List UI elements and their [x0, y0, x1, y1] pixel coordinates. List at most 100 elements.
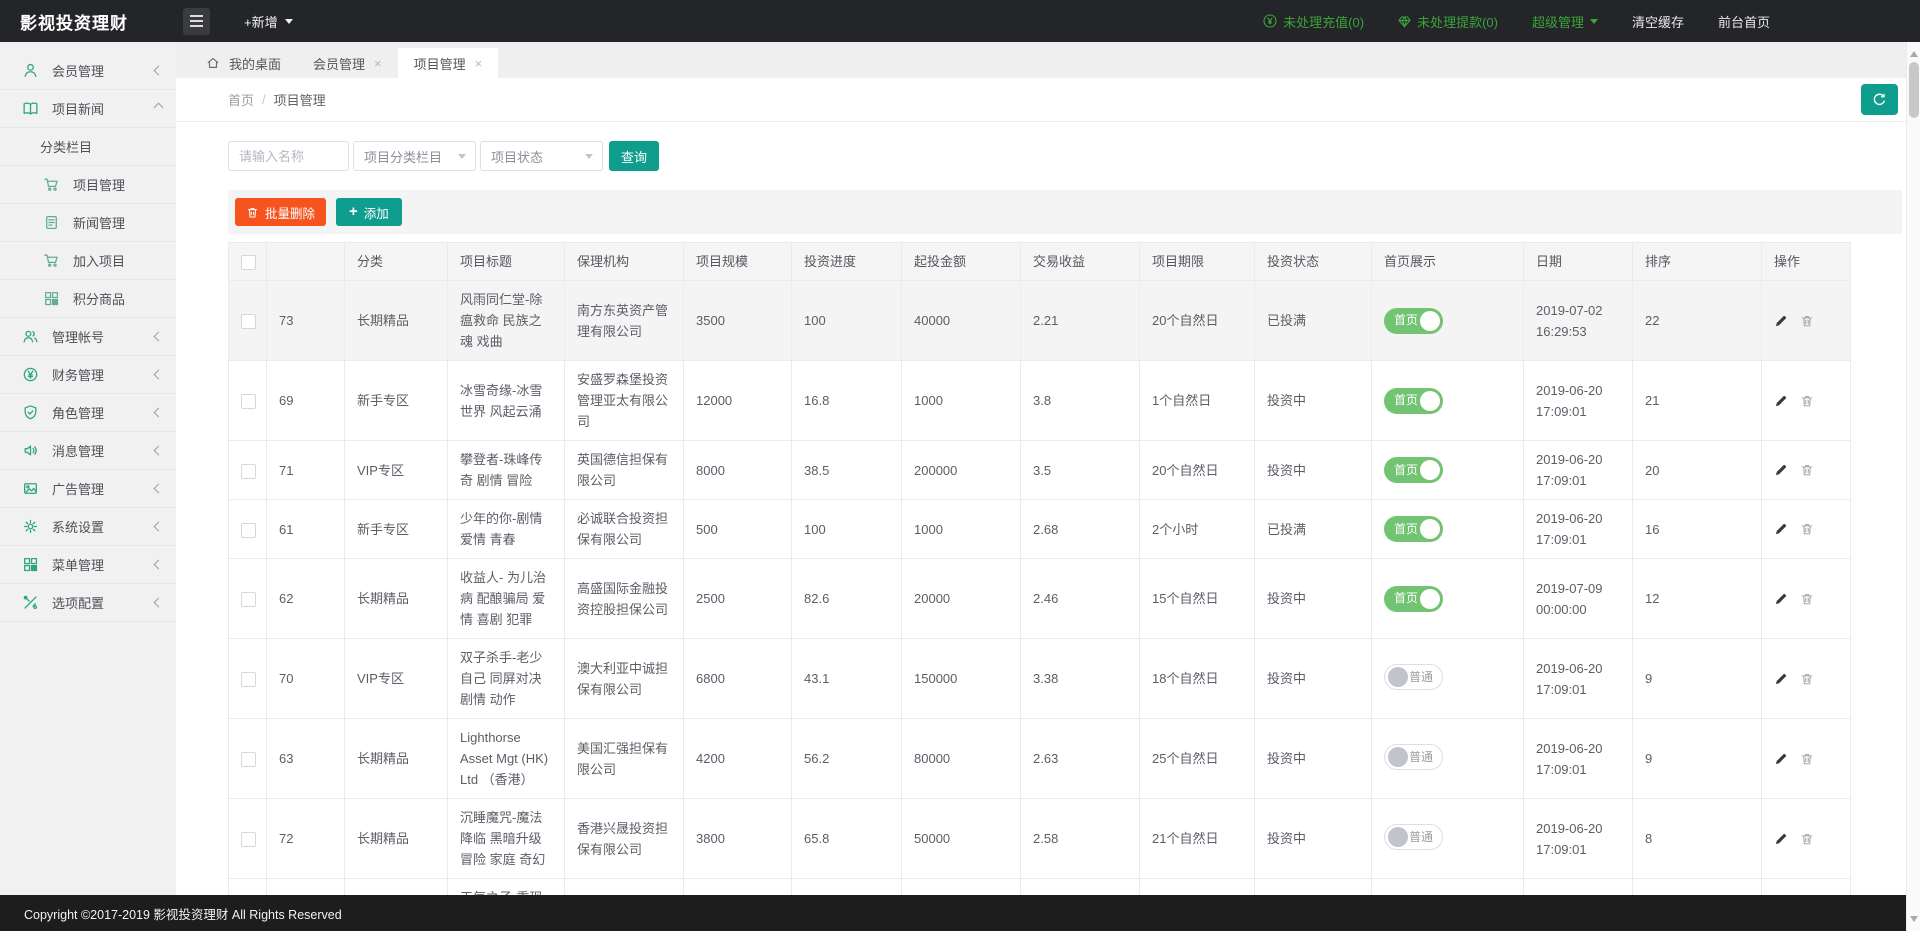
scroll-down-arrow[interactable]: [1910, 916, 1918, 926]
cell-progress: 100: [792, 281, 902, 361]
home-display-toggle-on[interactable]: 首页: [1384, 308, 1443, 334]
delete-button[interactable]: [1800, 672, 1814, 686]
breadcrumb-home[interactable]: 首页: [228, 90, 254, 109]
add-new-dropdown[interactable]: +新增: [244, 12, 293, 31]
vertical-scrollbar[interactable]: [1906, 42, 1920, 931]
admin-role-dropdown[interactable]: 超级管理: [1532, 12, 1598, 31]
batch-delete-button[interactable]: 批量删除: [235, 198, 326, 226]
delete-button[interactable]: [1800, 463, 1814, 477]
trash-icon: [1800, 592, 1814, 606]
category-select[interactable]: 项目分类栏目: [353, 141, 476, 171]
status-select[interactable]: 项目状态: [480, 141, 603, 171]
row-checkbox[interactable]: [241, 314, 256, 329]
cell-date: 2019-06-20 17:09:01: [1524, 361, 1633, 441]
home-display-toggle-on[interactable]: 首页: [1384, 586, 1443, 612]
edit-button[interactable]: [1774, 592, 1788, 606]
home-display-toggle-on[interactable]: 首页: [1384, 516, 1443, 542]
cell-agency: 美国汇强担保有限公司: [565, 719, 684, 799]
sidebar-item-message-management[interactable]: 消息管理: [0, 432, 176, 470]
toggle-knob: [1388, 667, 1408, 687]
tab-label: 项目管理: [414, 54, 466, 73]
cell-duration: 20个自然日: [1140, 281, 1255, 361]
delete-button[interactable]: [1800, 832, 1814, 846]
close-icon[interactable]: ×: [374, 57, 382, 70]
sidebar-item-role-management[interactable]: 角色管理: [0, 394, 176, 432]
delete-button[interactable]: [1800, 522, 1814, 536]
row-checkbox[interactable]: [241, 672, 256, 687]
home-display-toggle-on[interactable]: 首页: [1384, 457, 1443, 483]
tab-desktop[interactable]: 我的桌面: [190, 48, 297, 78]
cell-display: 首页: [1372, 441, 1524, 500]
scroll-thumb[interactable]: [1909, 62, 1919, 118]
chevron-left-icon: [154, 598, 164, 608]
cell-profit: 3.5: [1021, 441, 1140, 500]
cell-sort: 9: [1633, 639, 1762, 719]
home-display-toggle-off[interactable]: 普通: [1384, 664, 1443, 690]
select-all-checkbox[interactable]: [241, 255, 256, 270]
cell-agency: [565, 879, 684, 896]
sidebar-item-admin-accounts[interactable]: 管理帐号: [0, 318, 176, 356]
clear-cache-link[interactable]: 清空缓存: [1632, 12, 1684, 31]
refresh-icon: [1872, 92, 1887, 107]
cell-id: 70: [267, 639, 345, 719]
sidebar-item-points-goods[interactable]: 积分商品: [0, 280, 176, 318]
delete-button[interactable]: [1800, 314, 1814, 328]
sidebar-item-join-project[interactable]: 加入项目: [0, 242, 176, 280]
name-search-input[interactable]: [228, 141, 349, 171]
row-checkbox[interactable]: [241, 464, 256, 479]
sidebar-item-ad-management[interactable]: 广告管理: [0, 470, 176, 508]
sidebar-item-system-settings[interactable]: 系统设置: [0, 508, 176, 546]
row-checkbox[interactable]: [241, 523, 256, 538]
delete-button[interactable]: [1800, 752, 1814, 766]
search-button[interactable]: 查询: [609, 141, 659, 171]
sidebar-item-project-management[interactable]: 项目管理: [0, 166, 176, 204]
home-display-toggle-on[interactable]: 首页: [1384, 388, 1443, 414]
chevron-left-icon: [154, 484, 164, 494]
book-icon: [22, 100, 39, 117]
scroll-up-arrow[interactable]: [1910, 47, 1918, 57]
row-checkbox[interactable]: [241, 832, 256, 847]
cell-scale: 8000: [684, 441, 792, 500]
book-icon: [22, 100, 39, 117]
edit-button[interactable]: [1774, 832, 1788, 846]
row-checkbox[interactable]: [241, 592, 256, 607]
cell-min-amount: 1000: [902, 361, 1021, 441]
edit-button[interactable]: [1774, 314, 1788, 328]
sidebar-item-options-config[interactable]: 选项配置: [0, 584, 176, 622]
sidebar-toggle-button[interactable]: [183, 8, 210, 35]
cell-scale: 3800: [684, 799, 792, 879]
edit-button[interactable]: [1774, 522, 1788, 536]
cell-min-amount: 40000: [902, 281, 1021, 361]
cell-sort: 22: [1633, 281, 1762, 361]
delete-button[interactable]: [1800, 394, 1814, 408]
row-checkbox[interactable]: [241, 752, 256, 767]
chevron-left-icon: [154, 370, 164, 380]
sidebar-item-label: 消息管理: [52, 441, 104, 460]
cell-operations: [1762, 500, 1851, 559]
home-display-toggle-off[interactable]: 普通: [1384, 824, 1443, 850]
pending-recharge-link[interactable]: 未处理充值(0): [1263, 12, 1364, 31]
edit-button[interactable]: [1774, 463, 1788, 477]
sidebar-item-menu-management[interactable]: 菜单管理: [0, 546, 176, 584]
tab-project[interactable]: 项目管理 ×: [398, 48, 499, 78]
sidebar-item-member-management[interactable]: 会员管理: [0, 52, 176, 90]
tab-member[interactable]: 会员管理×: [297, 48, 398, 78]
column-header: 项目标题: [448, 243, 565, 281]
pending-withdraw-link[interactable]: 未处理提款(0): [1398, 12, 1498, 31]
edit-button[interactable]: [1774, 752, 1788, 766]
sidebar-item-finance-management[interactable]: 财务管理: [0, 356, 176, 394]
add-button[interactable]: + 添加: [336, 198, 402, 226]
cell-status: 投资中: [1255, 441, 1372, 500]
sidebar-item-project-news[interactable]: 项目新闻: [0, 90, 176, 128]
home-display-toggle-off[interactable]: 普通: [1384, 744, 1443, 770]
front-home-link[interactable]: 前台首页: [1718, 12, 1770, 31]
row-checkbox[interactable]: [241, 394, 256, 409]
sidebar-item-news-management[interactable]: 新闻管理: [0, 204, 176, 242]
edit-button[interactable]: [1774, 672, 1788, 686]
refresh-button[interactable]: [1861, 84, 1898, 115]
sidebar-item-category-columns[interactable]: 分类栏目: [0, 128, 176, 166]
edit-button[interactable]: [1774, 394, 1788, 408]
close-icon[interactable]: ×: [475, 57, 483, 70]
cell-display: 首页: [1372, 559, 1524, 639]
delete-button[interactable]: [1800, 592, 1814, 606]
